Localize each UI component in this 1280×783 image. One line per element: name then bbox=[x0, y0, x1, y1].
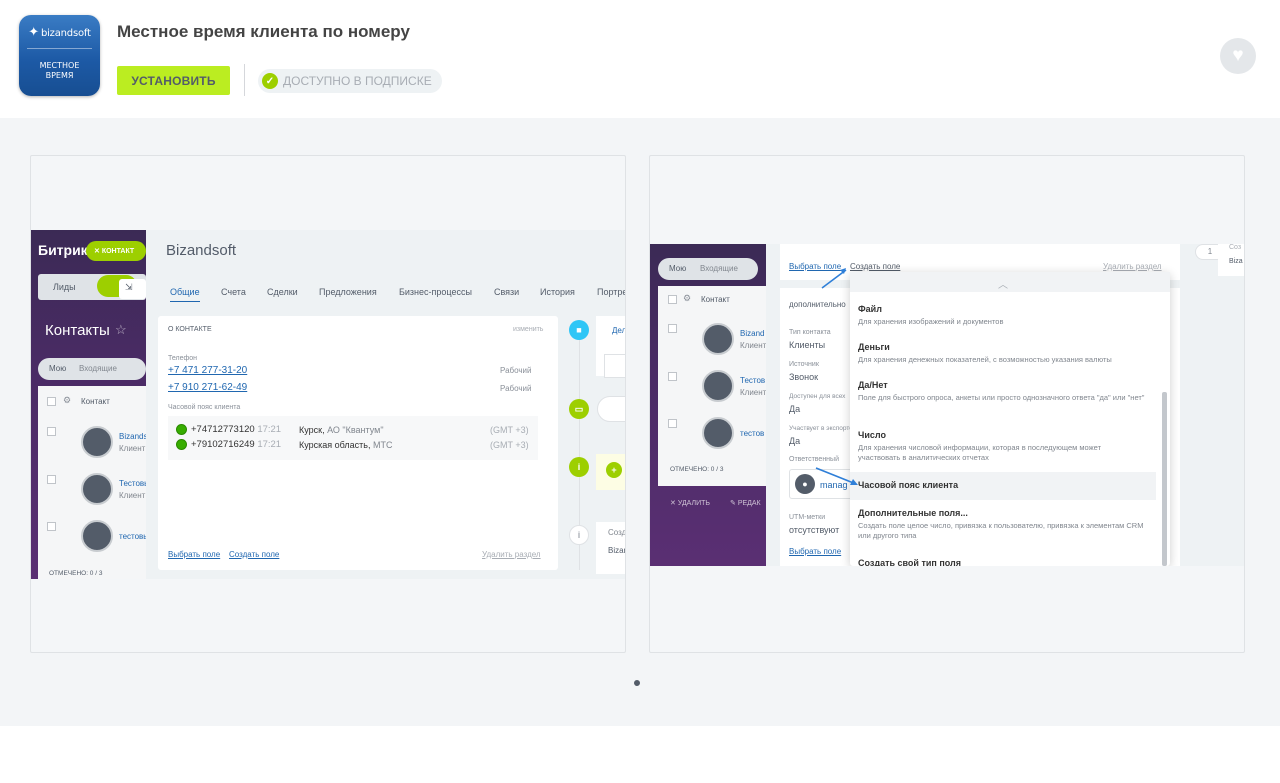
chevron-up-icon[interactable]: ︿ bbox=[998, 276, 1008, 291]
avatar bbox=[81, 473, 113, 505]
tab-invoices[interactable]: Счета bbox=[221, 287, 246, 297]
slide2-screenshot: Мою Входящие ⚙ Контакт Bizand Клиент Тес… bbox=[650, 244, 1244, 566]
gallery-slide-1[interactable]: Битрикс ✕ КОНТАКТ Лиды ⇲ Контакты ☆ Мою … bbox=[30, 155, 626, 653]
select-field-link[interactable]: Выбрать поле bbox=[168, 550, 220, 559]
phone-link[interactable]: +7 910 271-62-49 bbox=[168, 382, 247, 393]
menu-item-file[interactable]: Файл Для хранения изображений и документо… bbox=[850, 304, 1156, 327]
star-icon: ✦ bbox=[28, 25, 39, 40]
tab-processes[interactable]: Бизнес-процессы bbox=[399, 287, 472, 297]
carousel-dot[interactable] bbox=[634, 680, 640, 686]
menu-item-custom-type[interactable]: Создать свой тип поля bbox=[850, 558, 1156, 566]
gallery-slide-2[interactable]: Мою Входящие ⚙ Контакт Bizand Клиент Тес… bbox=[649, 155, 1245, 653]
edit-button[interactable]: ✎ РЕДАК bbox=[730, 499, 761, 507]
field-type-menu: ︿ Файл Для хранения изображений и докумен… bbox=[850, 272, 1170, 566]
comment-icon[interactable]: ▭ bbox=[569, 399, 589, 419]
subscription-badge: ✓ ДОСТУПНО В ПОДПИСКЕ bbox=[258, 69, 442, 93]
crm-sidebar: Битрикс ✕ КОНТАКТ Лиды ⇲ Контакты ☆ Мою … bbox=[31, 230, 156, 579]
slide1-screenshot: Битрикс ✕ КОНТАКТ Лиды ⇲ Контакты ☆ Мою … bbox=[31, 230, 625, 579]
plus-icon[interactable]: + bbox=[606, 462, 622, 478]
tab-general[interactable]: Общие bbox=[170, 287, 200, 302]
tab-links[interactable]: Связи bbox=[494, 287, 519, 297]
tz-row: +79102716249 17:21 bbox=[176, 439, 281, 450]
menu-scroll-up[interactable] bbox=[850, 272, 1170, 292]
avatar bbox=[81, 426, 113, 458]
leads-item[interactable]: Лиды bbox=[53, 282, 76, 292]
gear-icon[interactable]: ⚙ bbox=[63, 395, 71, 406]
logo-line1: МЕСТНОЕ bbox=[39, 61, 80, 70]
app-logo: ✦ bizandsoft МЕСТНОЕ ВРЕМЯ bbox=[19, 15, 100, 96]
subscription-label: ДОСТУПНО В ПОДПИСКЕ bbox=[283, 74, 432, 88]
crm-sidebar: Мою Входящие ⚙ Контакт Bizand Клиент Тес… bbox=[650, 244, 766, 566]
info-icon[interactable]: i bbox=[569, 457, 589, 477]
company-title: Bizandsoft bbox=[166, 242, 237, 259]
menu-item-boolean[interactable]: Да/Нет Поле для быстрого опроса, анкеты и… bbox=[850, 380, 1154, 403]
create-field-link[interactable]: Создать поле bbox=[229, 550, 279, 559]
chat-icon[interactable]: ■ bbox=[569, 320, 589, 340]
avatar bbox=[702, 417, 734, 449]
add-user-button[interactable] bbox=[597, 396, 625, 422]
app-title: Местное время клиента по номеру bbox=[117, 22, 410, 41]
tab-history[interactable]: История bbox=[540, 287, 575, 297]
menu-item-extra-fields[interactable]: Дополнительные поля... Создать поле целое… bbox=[850, 508, 1156, 541]
contacts-heading: Контакты bbox=[45, 322, 110, 339]
tab-deals[interactable]: Сделки bbox=[267, 287, 298, 297]
contact-card: Bizandsoft Общие Счета Сделки Предложени… bbox=[146, 230, 625, 579]
divider bbox=[244, 64, 245, 96]
logo-line2: ВРЕМЯ bbox=[45, 71, 74, 80]
phone-link[interactable]: +7 471 277-31-20 bbox=[168, 365, 247, 376]
about-section: О КОНТАКТЕ изменить Телефон +7 471 277-3… bbox=[158, 316, 558, 570]
star-outline-icon[interactable]: ☆ bbox=[115, 322, 127, 338]
scrollbar[interactable] bbox=[1162, 392, 1167, 566]
logo-brand: bizandsoft bbox=[40, 28, 91, 39]
contact-badge: ✕ КОНТАКТ bbox=[86, 241, 146, 261]
tz-row: +74712773120 17:21 bbox=[176, 424, 281, 435]
status-dot-icon bbox=[176, 424, 187, 435]
arrow-annotations bbox=[815, 268, 858, 485]
app-header: ✦ bizandsoft МЕСТНОЕ ВРЕМЯ Местное время к… bbox=[0, 0, 1280, 118]
avatar bbox=[81, 520, 113, 552]
avatar bbox=[702, 370, 734, 402]
tab-portrait[interactable]: Портрет bbox=[597, 287, 625, 297]
menu-item-client-timezone[interactable]: Часовой пояс клиента bbox=[850, 472, 1156, 500]
info-outline-icon[interactable]: i bbox=[569, 525, 589, 545]
delete-button[interactable]: ✕ УДАЛИТЬ bbox=[670, 499, 710, 507]
screenshot-gallery: Битрикс ✕ КОНТАКТ Лиды ⇲ Контакты ☆ Мою … bbox=[0, 118, 1280, 726]
delete-section-link[interactable]: Удалить раздел bbox=[482, 550, 541, 559]
change-link[interactable]: изменить bbox=[513, 326, 543, 333]
download-icon[interactable]: ⇲ bbox=[119, 279, 146, 299]
status-dot-icon bbox=[176, 439, 187, 450]
check-icon: ✓ bbox=[262, 73, 278, 89]
install-button[interactable]: УСТАНОВИТЬ bbox=[117, 66, 230, 95]
menu-item-money[interactable]: Деньги Для хранения денежных показателей,… bbox=[850, 342, 1156, 365]
menu-item-number[interactable]: Число Для хранения числовой информации, к… bbox=[850, 430, 1140, 463]
favorite-heart-icon[interactable]: ♥ bbox=[1220, 38, 1256, 74]
gear-icon[interactable]: ⚙ bbox=[683, 293, 691, 304]
tab-quotes[interactable]: Предложения bbox=[319, 287, 377, 297]
avatar bbox=[702, 323, 734, 355]
